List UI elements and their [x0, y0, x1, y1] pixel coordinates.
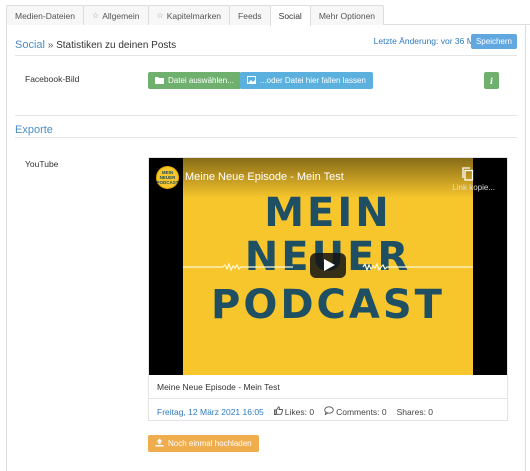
thumbs-up-icon [273, 406, 283, 417]
play-button[interactable] [310, 253, 346, 278]
facebook-image-label: Facebook-Bild [25, 74, 80, 84]
likes-count: Likes: 0 [284, 406, 315, 417]
comment-icon [324, 406, 334, 417]
image-icon [247, 75, 256, 86]
breadcrumb-separator: » [47, 40, 54, 51]
tab-label: Kapitelmarken [166, 10, 222, 21]
drop-file-button[interactable]: ...oder Datei hier fallen lassen [240, 72, 373, 89]
copy-link-icon[interactable] [461, 167, 475, 181]
channel-avatar[interactable]: MEIN NEUER PODCAST [156, 166, 179, 189]
reupload-label: Noch einmal hochladen [168, 439, 252, 448]
star-icon: ☆ [92, 11, 100, 20]
shares-stat: Shares: 0 [397, 407, 433, 417]
tab-label: Medien-Dateien [15, 10, 76, 21]
exports-heading: Exporte [15, 124, 53, 136]
upload-icon [155, 438, 164, 449]
youtube-post-card: MEIN NEUER PODCAST MEIN NEUER PODCAST Me… [148, 157, 508, 421]
tab-medien-dateien[interactable]: Medien-Dateien [6, 5, 85, 25]
post-caption: Meine Neue Episode - Mein Test [157, 382, 280, 392]
star-icon: ☆ [156, 11, 164, 20]
divider [15, 115, 517, 116]
comments-count: Comments: 0 [336, 406, 387, 417]
tab-label: Allgemein [102, 10, 140, 21]
youtube-label: YouTube [25, 159, 59, 169]
tab-kapitelmarken[interactable]: ☆ Kapitelmarken [147, 5, 231, 25]
reupload-button[interactable]: Noch einmal hochladen [148, 435, 259, 452]
info-icon: i [489, 75, 494, 86]
tab-label: Social [278, 11, 302, 21]
page-title-text: Statistiken zu deinen Posts [56, 40, 177, 51]
copy-link-label[interactable]: Link kopie... [452, 183, 495, 192]
social-panel: Social » Statistiken zu deinen Posts Let… [6, 25, 526, 471]
tab-label: Mehr Optionen [318, 10, 376, 21]
video-player[interactable]: MEIN NEUER PODCAST MEIN NEUER PODCAST Me… [149, 158, 507, 375]
drop-file-label: ...oder Datei hier fallen lassen [260, 76, 366, 85]
tab-social[interactable]: Social [269, 5, 311, 26]
divider [149, 398, 507, 399]
likes-stat: Likes: 0 [273, 406, 315, 417]
save-button[interactable]: Speichern [470, 34, 517, 49]
folder-icon [155, 76, 164, 86]
divider [15, 55, 517, 56]
choose-file-label: Datei auswählen... [168, 76, 234, 85]
breadcrumb-social[interactable]: Social [15, 39, 45, 51]
divider [15, 137, 517, 138]
tab-bar: Medien-Dateien ☆ Allgemein ☆ Kapitelmarken… [6, 5, 530, 26]
post-stats: Freitag, 12 März 2021 16:05 Likes: 0 Com… [157, 406, 433, 417]
tab-label: Feeds [238, 10, 262, 21]
shares-count: Shares: 0 [396, 406, 434, 417]
info-button[interactable]: i [484, 72, 499, 89]
tab-allgemein[interactable]: ☆ Allgemein [83, 5, 149, 25]
thumbnail-text: PODCAST [211, 282, 445, 328]
post-date-link[interactable]: Freitag, 12 März 2021 16:05 [157, 407, 264, 417]
choose-file-button[interactable]: Datei auswählen... [148, 72, 241, 89]
tab-feeds[interactable]: Feeds [229, 5, 271, 25]
tab-mehr-optionen[interactable]: Mehr Optionen [309, 5, 385, 25]
comments-stat: Comments: 0 [324, 406, 387, 417]
video-title[interactable]: Meine Neue Episode - Mein Test [185, 171, 344, 183]
page-title: Social » Statistiken zu deinen Posts [15, 39, 176, 51]
